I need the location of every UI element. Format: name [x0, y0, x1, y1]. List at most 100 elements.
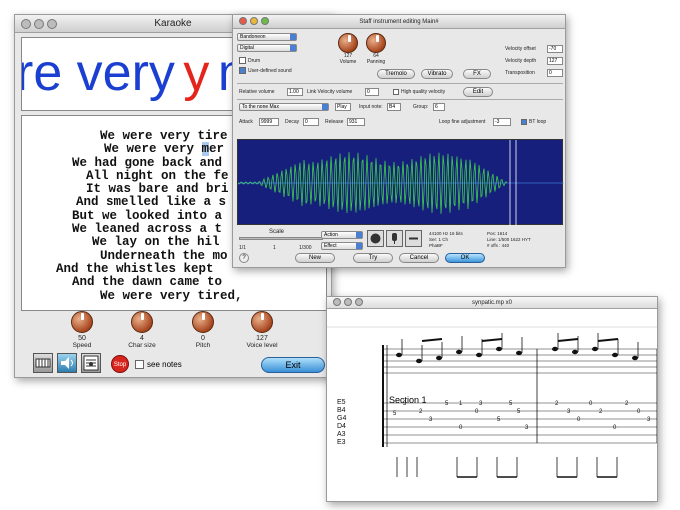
velocity-depth-field[interactable]: 127 — [547, 57, 563, 65]
panning-knob[interactable] — [366, 33, 386, 53]
bt-loop-label: BT loop — [529, 119, 547, 125]
keyboard-button[interactable] — [33, 353, 53, 373]
lyric-line: We were very tired, — [100, 288, 243, 303]
user-sound-box[interactable] — [239, 67, 246, 74]
note-head — [476, 352, 482, 358]
speed-value: 50 — [78, 335, 86, 342]
cancel-button[interactable]: Cancel — [399, 253, 439, 263]
line-icon — [409, 237, 418, 240]
char-size-knob[interactable] — [131, 311, 153, 333]
see-notes-box[interactable] — [135, 360, 144, 369]
speed-knob[interactable] — [71, 311, 93, 333]
input-note-field[interactable]: B4 — [387, 103, 401, 111]
link-velocity-field[interactable]: 0 — [365, 88, 379, 96]
high-quality-box[interactable] — [393, 89, 399, 95]
action-select[interactable]: Action — [321, 231, 363, 239]
tab-number: 0 — [637, 409, 641, 415]
try-button[interactable]: Try — [353, 253, 393, 263]
tab-number: 3 — [647, 417, 651, 423]
speed-knob-group[interactable]: 50 Speed — [57, 311, 107, 349]
pitch-knob[interactable] — [192, 311, 214, 333]
decay-field[interactable]: 0 — [303, 118, 319, 126]
pitch-knob-group[interactable]: 0 Pitch — [178, 311, 228, 349]
scale-label: Scale — [269, 229, 285, 235]
string-label: D4 — [337, 423, 346, 430]
velocity-offset-field[interactable]: -70 — [547, 45, 563, 53]
beam — [421, 338, 443, 342]
tab-number: 3 — [567, 409, 571, 415]
loop-adjust-field[interactable]: -3 — [493, 118, 511, 126]
volume-knob-group[interactable]: 127 Volume — [337, 33, 359, 65]
minimize-button[interactable] — [34, 19, 44, 29]
string-label: B4 — [337, 407, 346, 414]
ok-button[interactable]: OK — [445, 253, 485, 263]
score-area[interactable]: 5323501035553230020203 Section 1 E5 B4 G… — [327, 309, 657, 501]
exit-button[interactable]: Exit — [261, 357, 325, 373]
effect-select[interactable]: Effect — [321, 242, 363, 250]
minimize-button[interactable] — [344, 298, 352, 306]
play-field[interactable]: Play — [335, 103, 351, 111]
group-field[interactable]: 6 — [433, 103, 445, 111]
close-button[interactable] — [239, 17, 247, 25]
note-head — [436, 355, 442, 361]
tab-number: 5 — [393, 411, 397, 417]
zoom-button[interactable] — [47, 19, 57, 29]
velocity-offset-label: Velocity offset — [505, 46, 536, 52]
speaker-button[interactable] — [57, 353, 77, 373]
high-quality-checkbox[interactable]: High quality velocity — [393, 89, 445, 95]
minimize-button[interactable] — [250, 17, 258, 25]
close-button[interactable] — [21, 19, 31, 29]
line-button[interactable] — [405, 230, 422, 247]
fx-button[interactable]: FX — [463, 69, 491, 79]
stop-button[interactable]: Stop — [111, 355, 129, 373]
scale-slider[interactable] — [239, 237, 323, 240]
tremolo-button[interactable]: Tremolo — [377, 69, 415, 79]
release-label: Release — [325, 119, 344, 125]
instrument-select[interactable]: Bandoneon — [237, 33, 297, 41]
pitch-label: Pitch — [195, 342, 211, 349]
user-sound-checkbox[interactable]: User-defined sound — [239, 67, 292, 74]
note-head — [552, 346, 558, 352]
voice-level-label: Voice level — [246, 342, 278, 349]
zoom-button[interactable] — [355, 298, 363, 306]
tab-number: 0 — [589, 401, 593, 407]
record-button[interactable] — [367, 230, 384, 247]
voice-level-knob[interactable] — [251, 311, 273, 333]
mic-button[interactable] — [386, 230, 403, 247]
loop-adjust-label: Loop fine adjustment — [439, 119, 486, 125]
drum-checkbox[interactable]: Drum — [239, 57, 260, 64]
volume-knob[interactable] — [338, 33, 358, 53]
char-size-knob-group[interactable]: 4 Char size — [117, 311, 167, 349]
bt-loop-box[interactable] — [521, 119, 527, 125]
info-line-1: 44100 Hz 16 bits — [429, 231, 463, 236]
vibrato-button[interactable]: Vibrato — [421, 69, 453, 79]
attack-field[interactable]: 9999 — [259, 118, 279, 126]
string-label: A3 — [337, 431, 346, 438]
waveform-display[interactable] — [237, 139, 564, 226]
zoom-button[interactable] — [261, 17, 269, 25]
tab-number: 2 — [419, 409, 423, 415]
panning-knob-group[interactable]: 64 Panning — [365, 33, 387, 65]
transposition-field[interactable]: 0 — [547, 69, 563, 77]
window-title: synpatic.mp x0 — [471, 300, 513, 306]
close-button[interactable] — [333, 298, 341, 306]
bank-select[interactable]: Digital — [237, 44, 297, 52]
score-button[interactable] — [81, 353, 101, 373]
release-field[interactable]: 931 — [347, 118, 365, 126]
drum-box[interactable] — [239, 57, 246, 64]
banner-text-pre: re very — [21, 44, 190, 102]
divider — [237, 83, 563, 84]
tab-number: 5 — [497, 417, 501, 423]
note-head — [516, 350, 522, 356]
volume-label: Volume — [339, 59, 357, 65]
link-velocity-label: Link Velocity volume — [307, 89, 353, 95]
bt-loop-checkbox[interactable]: BT loop — [521, 119, 546, 125]
see-notes-checkbox[interactable]: see notes — [135, 360, 182, 369]
range-select[interactable]: To the none Max — [239, 103, 329, 111]
see-notes-label: see notes — [147, 360, 182, 369]
relative-volume-field[interactable]: 1.00 — [287, 88, 303, 96]
new-button[interactable]: New — [295, 253, 335, 263]
voice-level-knob-group[interactable]: 127 Voice level — [237, 311, 287, 349]
help-button[interactable]: ? — [239, 253, 249, 263]
edit-button[interactable]: Edit — [463, 87, 493, 97]
